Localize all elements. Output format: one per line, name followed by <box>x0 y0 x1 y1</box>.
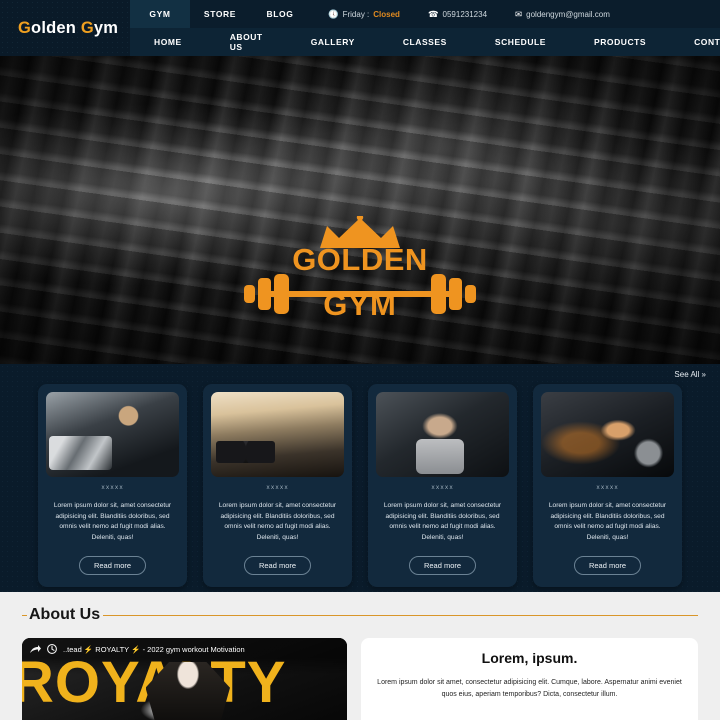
nav-item-products[interactable]: PRODUCTS <box>570 28 670 56</box>
watch-later-clock-icon[interactable] <box>47 644 57 654</box>
about-divider-line <box>103 614 698 616</box>
about-title-dash <box>22 614 27 616</box>
nav-about-label: ABOUT US <box>229 32 263 52</box>
video-title-main: ROYALTY <box>93 644 132 654</box>
card-image <box>376 392 509 477</box>
see-all-link[interactable]: See All » <box>0 364 720 379</box>
tab-store[interactable]: STORE <box>190 0 250 28</box>
nav-item-gallery[interactable]: GALLERY <box>287 28 379 56</box>
card-rating: xxxxx <box>596 484 619 491</box>
hero-logo-lockup: GOLDEN GYM <box>240 216 480 326</box>
brand-letter-g1: G <box>18 18 32 37</box>
about-text-panel: Lorem, ipsum. Lorem ipsum dolor sit amet… <box>361 638 698 720</box>
brand-logo[interactable]: Golden Gym <box>0 0 130 56</box>
nav-classes-label: CLASSES <box>402 37 447 47</box>
nav-item-schedule[interactable]: SCHEDULE <box>471 28 570 56</box>
video-title-suffix: - 2022 gym workout Motivation <box>140 644 245 654</box>
video-top-bar: ..tead ⚡ ROYALTY ⚡ - 2022 gym workout Mo… <box>22 638 347 660</box>
brand-letter-g2: G <box>80 18 94 37</box>
card-description: Lorem ipsum dolor sit, amet consectetur … <box>548 502 667 542</box>
about-panel-body: Lorem ipsum dolor sit amet, consectetur … <box>377 679 682 698</box>
card-rating: xxxxx <box>101 484 124 491</box>
nav-gallery-label: GALLERY <box>310 37 355 47</box>
cards-row: xxxxx Lorem ipsum dolor sit, amet consec… <box>0 379 720 587</box>
envelope-icon: ✉ <box>515 8 523 19</box>
nav-item-home[interactable]: HOME <box>130 28 206 56</box>
read-more-button[interactable]: Read more <box>243 555 312 575</box>
card-description: Lorem ipsum dolor sit, amet consectetur … <box>383 502 502 542</box>
nav-item-contact[interactable]: CONTACT <box>670 28 720 56</box>
hours-info: 🕔 Friday : Closed <box>328 10 400 19</box>
card-description: Lorem ipsum dolor sit, amet consectetur … <box>218 502 337 542</box>
card-item[interactable]: xxxxx Lorem ipsum dolor sit, amet consec… <box>533 384 682 587</box>
tab-store-label: STORE <box>203 9 237 19</box>
nav-item-about-us[interactable]: ABOUT US <box>206 28 287 56</box>
email-info[interactable]: ✉ goldengym@gmail.com <box>515 10 610 19</box>
about-video-player[interactable]: ROYALTY ..tead ⚡ ROYALTY ⚡ - 2022 gym wo… <box>22 638 347 720</box>
hours-day-label: Friday : <box>342 9 370 19</box>
card-image <box>46 392 179 477</box>
nav-contact-label: CONTACT <box>694 37 720 47</box>
tab-gym[interactable]: GYM <box>130 0 190 28</box>
card-image <box>541 392 674 477</box>
read-more-button[interactable]: Read more <box>573 555 642 575</box>
read-more-button[interactable]: Read more <box>78 555 147 575</box>
nav-item-classes[interactable]: CLASSES <box>379 28 471 56</box>
bolt-left-icon: ⚡ <box>83 644 94 654</box>
card-description: Lorem ipsum dolor sit, amet consectetur … <box>53 502 172 542</box>
tab-blog-label: BLOG <box>266 9 294 19</box>
about-section: About Us ROYALTY ..tead ⚡ ROYALTY ⚡ - 20… <box>0 592 720 720</box>
site-header: Golden Gym GYM STORE BLOG 🕔 Friday : Clo… <box>0 0 720 56</box>
hero-banner: GOLDEN GYM <box>0 56 720 364</box>
phone-info[interactable]: ☎ 0591231234 <box>428 10 487 19</box>
hours-status-label: Closed <box>373 9 400 19</box>
hero-logo-gym-text: GYM <box>323 287 397 322</box>
header-contact-info: 🕔 Friday : Closed ☎ 0591231234 ✉ goldeng… <box>310 0 720 28</box>
share-arrow-icon[interactable] <box>30 644 41 654</box>
phone-number-label: 0591231234 <box>442 9 488 19</box>
nav-home-label: HOME <box>154 37 182 47</box>
main-navigation: HOME ABOUT US GALLERY CLASSES SCHEDULE P… <box>130 28 720 56</box>
header-right: GYM STORE BLOG 🕔 Friday : Closed ☎ 05912… <box>130 0 720 56</box>
about-body: ROYALTY ..tead ⚡ ROYALTY ⚡ - 2022 gym wo… <box>22 638 698 720</box>
phone-icon: ☎ <box>427 8 439 19</box>
about-title: About Us <box>29 606 101 623</box>
header-top-row: GYM STORE BLOG 🕔 Friday : Closed ☎ 05912… <box>130 0 720 28</box>
card-item[interactable]: xxxxx Lorem ipsum dolor sit, amet consec… <box>203 384 352 587</box>
about-panel-heading: Lorem, ipsum. <box>481 650 578 666</box>
tab-gym-label: GYM <box>149 9 171 19</box>
card-rating: xxxxx <box>431 484 454 491</box>
nav-schedule-label: SCHEDULE <box>494 37 546 47</box>
brand-text-ym: ym <box>93 18 119 37</box>
card-item[interactable]: xxxxx Lorem ipsum dolor sit, amet consec… <box>368 384 517 587</box>
card-rating: xxxxx <box>266 484 289 491</box>
email-address-label: goldengym@gmail.com <box>526 9 610 19</box>
tab-blog[interactable]: BLOG <box>250 0 310 28</box>
clock-icon: 🕔 <box>328 8 339 19</box>
video-title-prefix: ..tead <box>63 644 84 654</box>
card-image <box>211 392 344 477</box>
read-more-button[interactable]: Read more <box>408 555 477 575</box>
nav-products-label: PRODUCTS <box>594 37 647 47</box>
card-item[interactable]: xxxxx Lorem ipsum dolor sit, amet consec… <box>38 384 187 587</box>
about-header: About Us <box>22 606 698 624</box>
video-title[interactable]: ..tead ⚡ ROYALTY ⚡ - 2022 gym workout Mo… <box>63 645 245 654</box>
brand-text-olden: olden <box>31 18 77 37</box>
featured-cards-section: See All » xxxxx Lorem ipsum dolor sit, a… <box>0 364 720 592</box>
